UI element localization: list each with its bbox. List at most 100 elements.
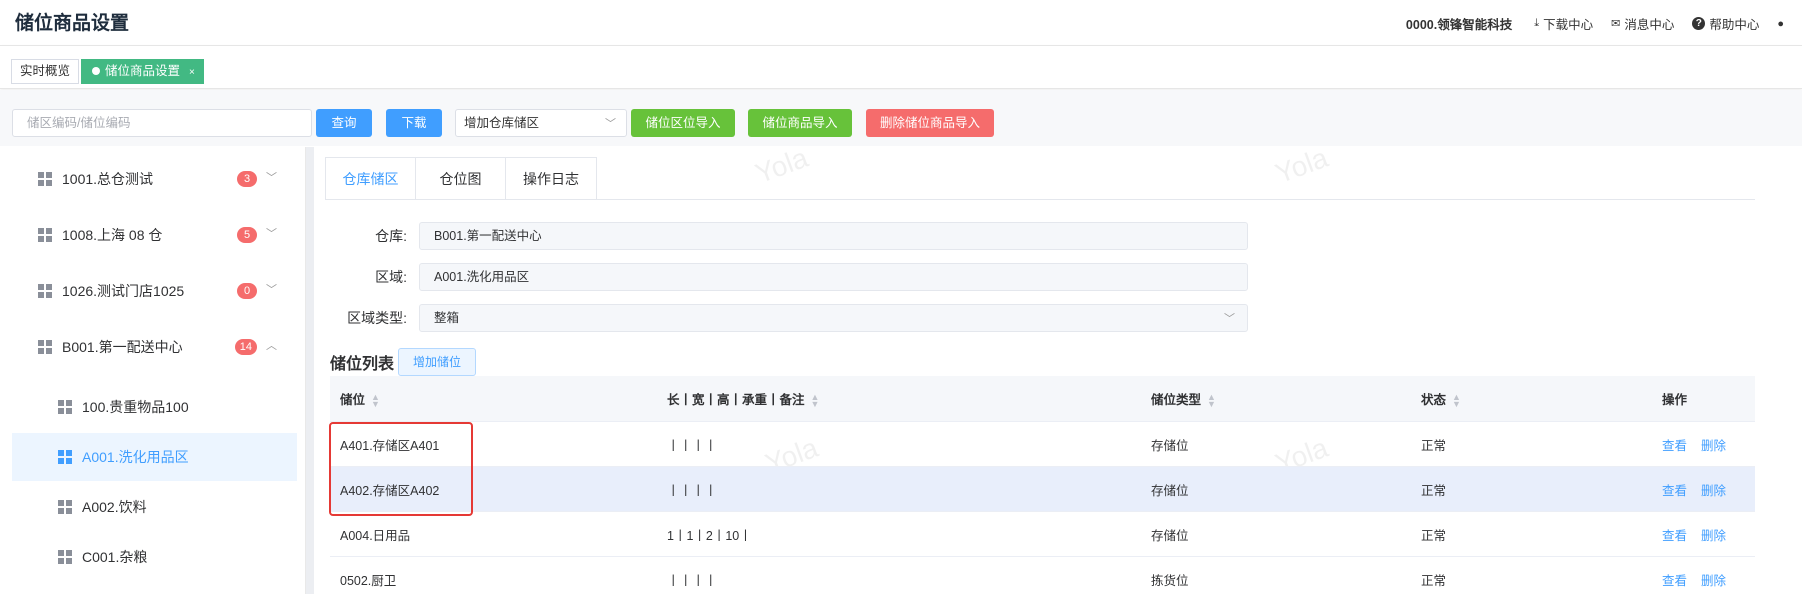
sort-icon[interactable]: ▲ ▼ [1207, 392, 1216, 408]
tab-warehouse-area[interactable]: 仓库储区 [326, 158, 416, 200]
column-header-status[interactable]: 状态 ▲ ▼ [1411, 389, 1652, 408]
area-type-label: 区域类型: [347, 310, 407, 326]
tabs-divider [325, 199, 1755, 200]
top-right-menu: 0000.领锋智能科技 ⤓ 下载中心 ✉ 消息中心 ? 帮助中心 ● [1406, 14, 1802, 33]
chevron-down-icon[interactable]: ﹀ [266, 225, 277, 241]
column-header-type[interactable]: 储位类型 ▲ ▼ [1141, 389, 1411, 408]
user-icon[interactable]: ● [1777, 18, 1784, 30]
sort-icon[interactable]: ▲ ▼ [371, 392, 380, 408]
help-center-link[interactable]: ? 帮助中心 [1692, 14, 1759, 33]
message-center-link[interactable]: ✉ 消息中心 [1611, 14, 1674, 33]
tree-item[interactable]: C001.杂粮 [12, 533, 297, 581]
cell-type: 存储位 [1151, 438, 1189, 453]
warehouse-row: 仓库: B001.第一配送中心 [325, 222, 1248, 250]
tab-location-map[interactable]: 仓位图 [416, 158, 506, 200]
chevron-down-icon: ﹀ [605, 118, 616, 130]
warehouse-field: B001.第一配送中心 [419, 222, 1248, 250]
download-button[interactable]: 下载 [386, 109, 442, 137]
cell-location: A402.存储区A402 [340, 483, 440, 498]
column-header-dimensions[interactable]: 长丨宽丨高丨承重丨备注 ▲ ▼ [657, 389, 1141, 408]
cell-dimensions: 1丨1丨2丨10丨 [667, 528, 752, 543]
tree-item[interactable]: 100.贵重物品100 [12, 383, 297, 431]
grid-icon [38, 228, 52, 242]
cell-actions: 查看 删除 [1652, 570, 1755, 589]
cell-status: 正常 [1421, 528, 1447, 543]
count-badge: 5 [237, 227, 257, 243]
chevron-down-icon[interactable]: ﹀ [266, 281, 277, 297]
delete-link[interactable]: 删除 [1701, 529, 1726, 543]
cell-status: 正常 [1421, 438, 1447, 453]
watermark: Yola [1271, 141, 1333, 190]
import-goods-button[interactable]: 储位商品导入 [748, 109, 852, 137]
area-type-row: 区域类型: 整箱 ﹀ [325, 304, 1248, 332]
add-warehouse-area-select[interactable]: 增加仓库储区 ﹀ [455, 109, 627, 137]
view-link[interactable]: 查看 [1662, 574, 1687, 588]
cell-actions: 查看 删除 [1652, 480, 1755, 499]
tab-operation-log[interactable]: 操作日志 [506, 158, 596, 200]
cell-status: 正常 [1421, 483, 1447, 498]
sort-icon[interactable]: ▲ ▼ [811, 392, 820, 408]
query-button[interactable]: 查询 [316, 109, 372, 137]
download-icon: ⤓ [1534, 17, 1540, 29]
sort-icon[interactable]: ▲ ▼ [1452, 392, 1461, 408]
view-link[interactable]: 查看 [1662, 439, 1687, 453]
table-row: 0502.厨卫 丨丨丨丨 拣货位 正常 查看 删除 [330, 557, 1755, 594]
table-row: A401.存储区A401 丨丨丨丨 存储位 正常 查看 删除 [330, 422, 1755, 467]
tree-item[interactable]: 1026.测试门店1025 0 ﹀ [12, 267, 297, 315]
delete-link[interactable]: 删除 [1701, 484, 1726, 498]
active-dot-icon [92, 66, 100, 75]
chevron-down-icon[interactable]: ﹀ [266, 169, 277, 185]
area-label: 区域: [375, 269, 407, 285]
view-link[interactable]: 查看 [1662, 529, 1687, 543]
count-badge: 0 [237, 283, 257, 299]
company-name[interactable]: 0000.领锋智能科技 [1406, 14, 1512, 33]
top-bar: 储位商品设置 0000.领锋智能科技 ⤓ 下载中心 ✉ 消息中心 ? 帮助中心 ● [0, 0, 1802, 44]
grid-icon [58, 500, 72, 514]
search-input[interactable] [12, 109, 312, 137]
cell-dimensions: 丨丨丨丨 [667, 573, 718, 588]
page-title: 储位商品设置 [15, 13, 130, 34]
tree-item-active[interactable]: A001.洗化用品区 [12, 433, 297, 481]
close-icon[interactable]: × [189, 67, 195, 78]
download-center-link[interactable]: ⤓ 下载中心 [1534, 14, 1593, 33]
cell-type: 存储位 [1151, 483, 1189, 498]
tree-item[interactable]: 1001.总仓测试 3 ﹀ [12, 155, 297, 203]
chevron-down-icon: ﹀ [1224, 313, 1235, 325]
cell-dimensions: 丨丨丨丨 [667, 438, 718, 453]
cell-location: A004.日用品 [340, 528, 411, 543]
main-panel: Yola Yola Yola Yola 仓库储区 仓位图 操作日志 仓库: B0… [315, 142, 1765, 594]
area-field: A001.洗化用品区 [419, 263, 1248, 291]
content-tabs: 仓库储区 仓位图 操作日志 [325, 157, 597, 200]
location-table: 储位 ▲ ▼ 长丨宽丨高丨承重丨备注 ▲ ▼ 储位类型 ▲ ▼ 状态 ▲ ▼ 操作 A401.存… [330, 376, 1755, 594]
chevron-up-icon[interactable]: ︿ [266, 337, 277, 353]
grid-icon [38, 284, 52, 298]
sidebar-scroll-gutter[interactable] [306, 147, 314, 594]
count-badge: 3 [237, 171, 257, 187]
page-tab-overview[interactable]: 实时概览 [11, 59, 80, 84]
cell-type: 拣货位 [1151, 573, 1189, 588]
grid-icon [58, 550, 72, 564]
column-header-actions: 操作 [1662, 393, 1688, 407]
page-tab-storage-goods[interactable]: 储位商品设置 × [81, 59, 204, 84]
add-location-button[interactable]: 增加储位 [398, 348, 476, 376]
mail-icon: ✉ [1611, 18, 1621, 30]
tree-item[interactable]: A002.饮料 [12, 483, 297, 531]
column-header-location[interactable]: 储位 ▲ ▼ [330, 389, 657, 408]
cell-actions: 查看 删除 [1652, 525, 1755, 544]
area-type-select[interactable]: 整箱 ﹀ [419, 304, 1248, 332]
page-tabs-bar: 实时概览 储位商品设置 × [0, 45, 1802, 89]
cell-type: 存储位 [1151, 528, 1189, 543]
help-icon: ? [1692, 17, 1706, 30]
delete-link[interactable]: 删除 [1701, 574, 1726, 588]
delete-goods-import-button[interactable]: 删除储位商品导入 [866, 109, 994, 137]
view-link[interactable]: 查看 [1662, 484, 1687, 498]
delete-link[interactable]: 删除 [1701, 439, 1726, 453]
grid-icon [58, 450, 72, 464]
grid-icon [58, 400, 72, 414]
watermark: Yola [751, 141, 813, 190]
grid-icon [38, 172, 52, 186]
table-row: A004.日用品 1丨1丨2丨10丨 存储位 正常 查看 删除 [330, 512, 1755, 557]
tree-item[interactable]: B001.第一配送中心 14 ︿ [12, 323, 297, 371]
import-area-button[interactable]: 储位区位导入 [631, 109, 735, 137]
tree-item[interactable]: 1008.上海 08 仓 5 ﹀ [12, 211, 297, 259]
